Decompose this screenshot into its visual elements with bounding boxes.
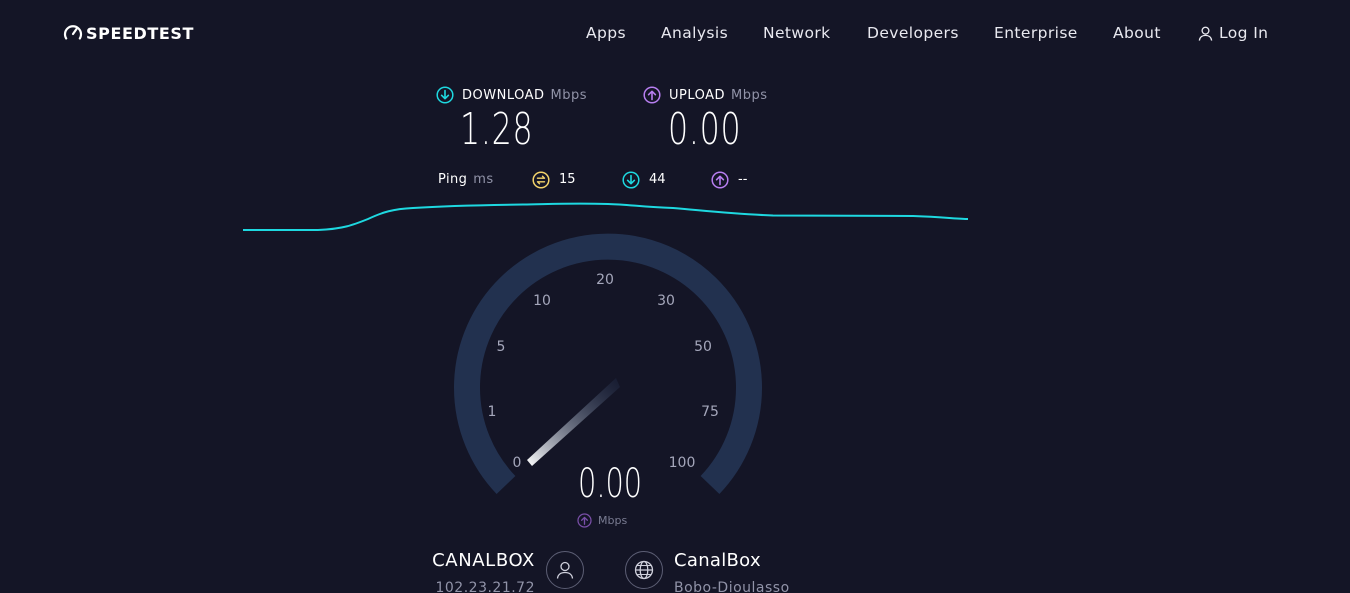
upload-arrow-icon (643, 86, 661, 104)
gauge-unit: Mbps (598, 514, 628, 527)
ping-idle-value: 15 (559, 172, 576, 187)
download-speed-line (243, 202, 968, 231)
gauge-unit-group: Mbps (577, 513, 627, 528)
ping-upload: -- (711, 169, 747, 191)
isp-name: CANALBOX (432, 550, 535, 571)
ping-unit: ms (473, 172, 494, 187)
nav-about[interactable]: About (1113, 22, 1161, 44)
server-globe-button[interactable] (625, 551, 663, 589)
user-icon (556, 561, 574, 579)
gauge-tick-100: 100 (669, 455, 696, 471)
nav-analysis[interactable]: Analysis (661, 22, 728, 44)
gauge-tick-20: 20 (596, 272, 614, 288)
download-label: DOWNLOAD (462, 87, 545, 103)
gauge-value: 0.00 (578, 461, 643, 507)
download-label-group: DOWNLOAD Mbps (436, 86, 587, 104)
upload-value: 0.00 (668, 104, 742, 155)
isp-user-button[interactable] (546, 551, 584, 589)
server-name[interactable]: CanalBox (674, 550, 761, 571)
ping-download-value: 44 (649, 172, 666, 187)
server-location: Bobo-Dioulasso (674, 580, 790, 593)
nav-developers[interactable]: Developers (867, 22, 959, 44)
gauge-needle (527, 378, 620, 466)
gauge-tick-30: 30 (657, 293, 675, 309)
upload-label: UPLOAD (669, 87, 726, 103)
download-latency-icon (622, 171, 640, 189)
upload-arrow-small-icon (577, 513, 592, 528)
upload-label-group: UPLOAD Mbps (643, 86, 768, 104)
gauge-tick-75: 75 (701, 404, 719, 420)
nav-enterprise[interactable]: Enterprise (994, 22, 1078, 44)
login-link[interactable]: Log In (1197, 22, 1268, 44)
isp-ip: 102.23.21.72 (435, 580, 535, 593)
idle-latency-icon (532, 171, 550, 189)
download-unit: Mbps (550, 87, 588, 103)
login-label: Log In (1219, 24, 1269, 42)
upload-unit: Mbps (731, 87, 768, 103)
gauge-tick-10: 10 (533, 293, 551, 309)
top-nav: Apps Analysis Network Developers Enterpr… (0, 22, 1350, 44)
ping-idle: 15 (532, 169, 576, 191)
nav-network[interactable]: Network (763, 22, 831, 44)
ping-label-group: Ping ms (438, 169, 494, 191)
gauge-tick-1: 1 (488, 404, 497, 420)
user-icon (1198, 26, 1213, 41)
globe-icon (634, 560, 654, 580)
ping-download: 44 (622, 169, 666, 191)
gauge-tick-50: 50 (694, 339, 712, 355)
download-value: 1.28 (460, 104, 534, 155)
gauge-tick-5: 5 (497, 339, 506, 355)
download-arrow-icon (436, 86, 454, 104)
speedtest-page: SPEEDTEST Apps Analysis Network Develope… (0, 0, 1350, 593)
ping-label: Ping (438, 172, 468, 187)
upload-latency-icon (711, 171, 729, 189)
ping-upload-value: -- (738, 172, 748, 187)
gauge-tick-0: 0 (513, 455, 522, 471)
nav-apps[interactable]: Apps (586, 22, 626, 44)
download-speed-graph (243, 202, 968, 231)
